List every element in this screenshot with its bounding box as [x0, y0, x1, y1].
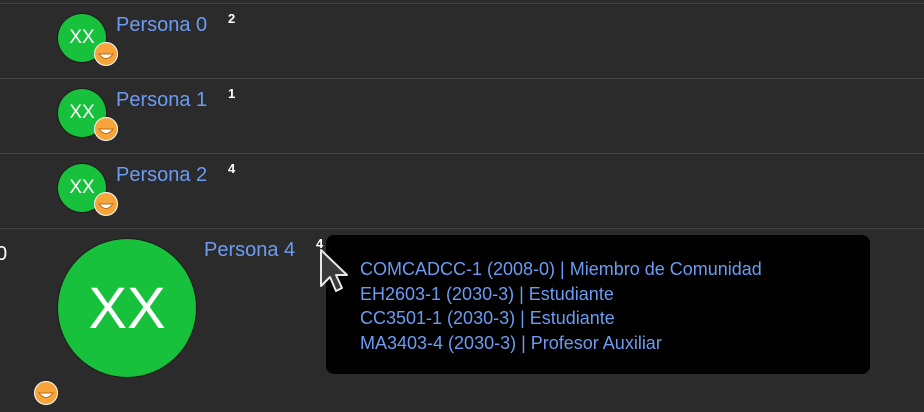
- person-name-link[interactable]: Persona 2: [116, 164, 207, 187]
- list-item: XX Persona 2 4: [0, 153, 924, 228]
- list-item: XX Persona 0 2: [0, 3, 924, 78]
- count-badge: 1: [228, 86, 236, 101]
- smiley-face-icon: [94, 192, 118, 216]
- person-name-link[interactable]: Persona 4: [204, 239, 295, 262]
- partial-number: 0: [0, 243, 8, 265]
- count-badge: 4: [228, 161, 236, 176]
- course-tooltip: COMCADCC-1 (2008-0) | Miembro de Comunid…: [326, 235, 870, 374]
- tooltip-line: CC3501-1 (2030-3) | Estudiante: [360, 308, 615, 328]
- avatar[interactable]: XX: [58, 239, 196, 377]
- tooltip-line: MA3403-4 (2030-3) | Profesor Auxiliar: [360, 332, 662, 353]
- smiley-face-icon: [94, 117, 118, 141]
- people-list: XX Persona 0 2 XX Persona 1 1 XX Persona…: [0, 0, 924, 412]
- mouse-cursor-icon: [319, 248, 349, 299]
- list-item: XX Persona 1 1: [0, 78, 924, 153]
- person-name-link[interactable]: Persona 1: [116, 89, 207, 112]
- count-badge: 2: [228, 11, 236, 26]
- tooltip-lines: COMCADCC-1 (2008-0) | Miembro de Comunid…: [360, 257, 762, 355]
- tooltip-line: COMCADCC-1 (2008-0) | Miembro de Comunid…: [360, 259, 762, 279]
- smiley-face-icon: [94, 42, 118, 66]
- person-name-link[interactable]: Persona 0: [116, 14, 207, 37]
- smiley-face-icon: [34, 381, 58, 405]
- tooltip-line: EH2603-1 (2030-3) | Estudiante: [360, 283, 614, 304]
